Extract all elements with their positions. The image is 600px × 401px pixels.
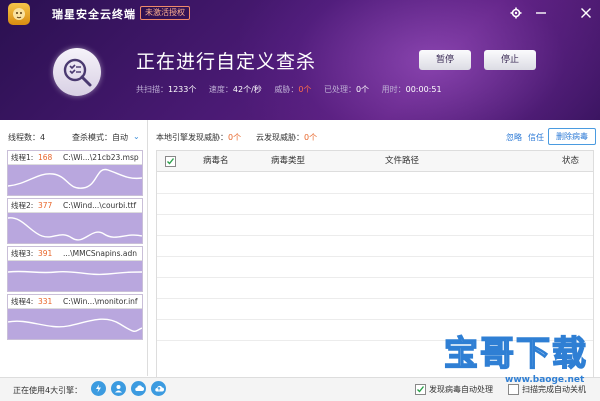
table-row: [157, 277, 593, 278]
engine-lightning-icon[interactable]: [91, 381, 106, 396]
cloud-threats-label: 云发现威胁：: [256, 133, 304, 142]
site-watermark: 宝哥下载 www.baoge.net: [441, 333, 596, 394]
thread-count-label: 线程数：4: [8, 133, 46, 142]
select-all-checkbox[interactable]: [165, 156, 176, 167]
cloud-threats-count: 0个: [304, 133, 318, 142]
ignore-link[interactable]: 忽略: [506, 132, 522, 143]
pause-button[interactable]: 暂停: [419, 50, 471, 70]
thread-current-file: ...\MMCSnapins.adn: [63, 249, 137, 258]
engines-label: 正在使用4大引擎：: [13, 386, 83, 395]
thread-activity-graph: [8, 168, 142, 189]
table-header: 病毒名 病毒类型 文件路径 状态: [157, 151, 593, 172]
thread-file-count: 331: [38, 297, 53, 306]
stop-button[interactable]: 停止: [484, 50, 536, 70]
local-threats-label: 本地引擎发现威胁：: [156, 133, 228, 142]
engine-cloud-icon[interactable]: [131, 381, 146, 396]
time-label: 用时：: [381, 85, 406, 94]
delete-virus-button[interactable]: 删除病毒: [548, 128, 596, 145]
table-row: [157, 298, 593, 299]
column-status[interactable]: 状态: [562, 151, 579, 171]
speed-value: 42个/秒: [232, 85, 262, 94]
engine-user-icon[interactable]: [111, 381, 126, 396]
settings-gear-icon[interactable]: [508, 5, 524, 21]
thread-monitor-2: 线程2: 377 C:\Wind...\courbi.ttf: [7, 198, 143, 244]
license-badge[interactable]: 未激活授权: [140, 6, 190, 20]
column-file-path[interactable]: 文件路径: [385, 151, 419, 171]
thread-monitor-1: 线程1: 168 C:\Wi...\21cb23.msp: [7, 150, 143, 196]
table-row: [157, 193, 593, 194]
watermark-url: www.baoge.net: [505, 375, 585, 385]
scan-title: 正在进行自定义查杀: [136, 51, 317, 73]
processed-value: 0个: [355, 85, 370, 94]
thread-info: 线程1: 168 C:\Wi...\21cb23.msp: [8, 151, 142, 165]
threats-label: 威胁：: [274, 85, 299, 94]
chevron-down-icon[interactable]: ⌄: [133, 132, 140, 141]
threats-value: 0个: [298, 85, 312, 94]
scanned-value: 1233个: [168, 85, 197, 94]
trust-link[interactable]: 信任: [528, 132, 544, 143]
column-virus-name[interactable]: 病毒名: [203, 151, 229, 171]
scan-header: 瑞星安全云终端 未激活授权 正在进行自定义查杀 暂停 停止 共扫描：1233个 …: [0, 0, 600, 120]
local-threats-text: 本地引擎发现威胁：0个: [156, 132, 241, 143]
scan-mode-dropdown[interactable]: 查杀模式：自动: [72, 132, 128, 143]
processed-label: 已处理：: [323, 85, 356, 94]
scan-stats: 共扫描：1233个 速度：42个/秒 威胁：0个 已处理：0个 用时：00:00…: [136, 84, 452, 95]
thread-panel: 线程数：4 查杀模式：自动 ⌄ 线程1: 168 C:\Wi...\21cb23…: [0, 120, 148, 376]
thread-info: 线程4: 331 C:\Win...\monitor.inf: [8, 295, 142, 309]
thread-current-file: C:\Win...\monitor.inf: [63, 297, 138, 306]
scan-status-icon: [53, 48, 101, 96]
table-row: [157, 319, 593, 320]
time-value: 00:00:51: [405, 85, 442, 94]
thread-label: 线程4:: [11, 297, 34, 306]
table-row: [157, 214, 593, 215]
column-virus-type[interactable]: 病毒类型: [271, 151, 305, 171]
table-row: [157, 235, 593, 236]
scanned-label: 共扫描：: [136, 85, 168, 94]
thread-label: 线程3:: [11, 249, 34, 258]
thread-info: 线程3: 391 ...\MMCSnapins.adn: [8, 247, 142, 261]
thread-panel-header: 线程数：4 查杀模式：自动 ⌄: [8, 132, 150, 143]
watermark-text: 宝哥下载: [443, 333, 588, 375]
app-name: 瑞星安全云终端: [52, 8, 136, 21]
speed-label: 速度：: [208, 85, 233, 94]
auto-process-checkbox[interactable]: [415, 384, 426, 395]
thread-info: 线程2: 377 C:\Wind...\courbi.ttf: [8, 199, 142, 213]
thread-activity-graph: [8, 270, 142, 276]
minimize-icon[interactable]: [533, 5, 549, 21]
table-row: [157, 256, 593, 257]
thread-current-file: C:\Wi...\21cb23.msp: [63, 153, 139, 162]
thread-file-count: 168: [38, 153, 53, 162]
local-threats-count: 0个: [228, 133, 242, 142]
thread-activity-graph: [8, 318, 142, 332]
lion-logo-icon: [8, 3, 30, 25]
thread-file-count: 391: [38, 249, 53, 258]
thread-monitor-3: 线程3: 391 ...\MMCSnapins.adn: [7, 246, 143, 292]
thread-label: 线程1:: [11, 153, 34, 162]
thread-label: 线程2:: [11, 201, 34, 210]
thread-file-count: 377: [38, 201, 53, 210]
thread-monitor-4: 线程4: 331 C:\Win...\monitor.inf: [7, 294, 143, 340]
cloud-threats-text: 云发现威胁：0个: [256, 132, 317, 143]
close-icon[interactable]: [578, 5, 594, 21]
engine-cloud-upload-icon[interactable]: [151, 381, 166, 396]
thread-activity-graph: [8, 217, 142, 241]
thread-current-file: C:\Wind...\courbi.ttf: [63, 201, 137, 210]
